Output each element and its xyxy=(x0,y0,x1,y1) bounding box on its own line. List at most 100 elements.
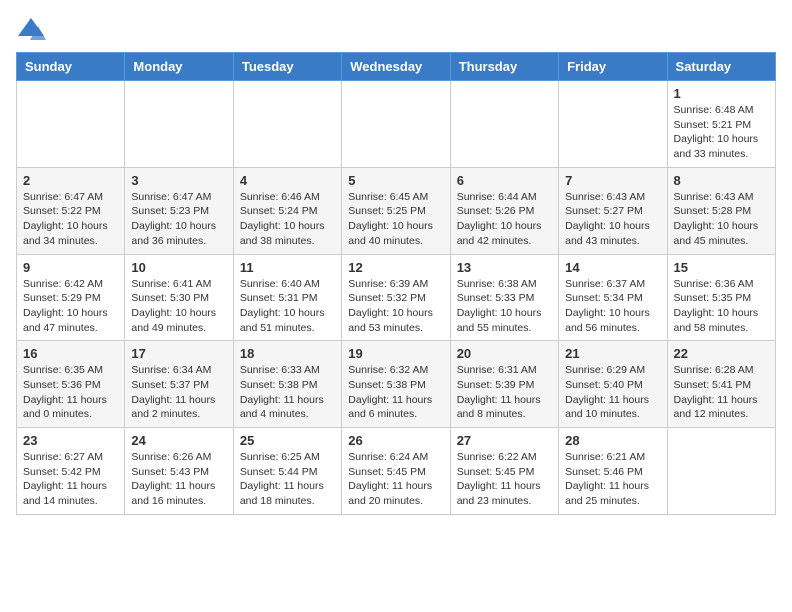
calendar-dow-monday: Monday xyxy=(125,53,233,81)
calendar-week-row: 9 Sunrise: 6:42 AM Sunset: 5:29 PM Daylig… xyxy=(17,254,776,341)
calendar-cell xyxy=(17,81,125,168)
calendar-cell: 3 Sunrise: 6:47 AM Sunset: 5:23 PM Daylig… xyxy=(125,167,233,254)
calendar-cell xyxy=(233,81,341,168)
day-info: Sunrise: 6:35 AM Sunset: 5:36 PM Dayligh… xyxy=(23,363,118,422)
page-header xyxy=(16,16,776,40)
day-info: Sunrise: 6:48 AM Sunset: 5:21 PM Dayligh… xyxy=(674,103,769,162)
logo-icon xyxy=(16,16,46,40)
calendar-cell: 13 Sunrise: 6:38 AM Sunset: 5:33 PM Dayli… xyxy=(450,254,558,341)
calendar-cell: 23 Sunrise: 6:27 AM Sunset: 5:42 PM Dayli… xyxy=(17,428,125,515)
day-number: 23 xyxy=(23,433,118,448)
day-number: 3 xyxy=(131,173,226,188)
calendar-dow-wednesday: Wednesday xyxy=(342,53,450,81)
day-number: 11 xyxy=(240,260,335,275)
day-number: 10 xyxy=(131,260,226,275)
calendar-table: SundayMondayTuesdayWednesdayThursdayFrid… xyxy=(16,52,776,515)
day-info: Sunrise: 6:47 AM Sunset: 5:23 PM Dayligh… xyxy=(131,190,226,249)
day-number: 28 xyxy=(565,433,660,448)
calendar-cell: 26 Sunrise: 6:24 AM Sunset: 5:45 PM Dayli… xyxy=(342,428,450,515)
calendar-cell: 21Sunrise: 6:29 AM Sunset: 5:40 PM Dayli… xyxy=(559,341,667,428)
calendar-cell: 8 Sunrise: 6:43 AM Sunset: 5:28 PM Daylig… xyxy=(667,167,775,254)
calendar-cell xyxy=(125,81,233,168)
calendar-dow-sunday: Sunday xyxy=(17,53,125,81)
day-info: Sunrise: 6:43 AM Sunset: 5:27 PM Dayligh… xyxy=(565,190,660,249)
day-number: 24 xyxy=(131,433,226,448)
calendar-cell: 27 Sunrise: 6:22 AM Sunset: 5:45 PM Dayli… xyxy=(450,428,558,515)
calendar-dow-thursday: Thursday xyxy=(450,53,558,81)
day-number: 18 xyxy=(240,346,335,361)
day-info: Sunrise: 6:32 AM Sunset: 5:38 PM Dayligh… xyxy=(348,363,443,422)
day-number: 26 xyxy=(348,433,443,448)
day-info: Sunrise: 6:34 AM Sunset: 5:37 PM Dayligh… xyxy=(131,363,226,422)
calendar-cell xyxy=(667,428,775,515)
day-info: Sunrise: 6:33 AM Sunset: 5:38 PM Dayligh… xyxy=(240,363,335,422)
day-number: 9 xyxy=(23,260,118,275)
day-info: Sunrise: 6:29 AM Sunset: 5:40 PM Dayligh… xyxy=(565,363,660,422)
calendar-dow-saturday: Saturday xyxy=(667,53,775,81)
day-number: 15 xyxy=(674,260,769,275)
day-number: 6 xyxy=(457,173,552,188)
day-number: 17 xyxy=(131,346,226,361)
day-info: Sunrise: 6:43 AM Sunset: 5:28 PM Dayligh… xyxy=(674,190,769,249)
calendar-cell: 2 Sunrise: 6:47 AM Sunset: 5:22 PM Daylig… xyxy=(17,167,125,254)
day-info: Sunrise: 6:39 AM Sunset: 5:32 PM Dayligh… xyxy=(348,277,443,336)
day-number: 20 xyxy=(457,346,552,361)
day-info: Sunrise: 6:26 AM Sunset: 5:43 PM Dayligh… xyxy=(131,450,226,509)
day-info: Sunrise: 6:45 AM Sunset: 5:25 PM Dayligh… xyxy=(348,190,443,249)
day-number: 22 xyxy=(674,346,769,361)
day-number: 1 xyxy=(674,86,769,101)
calendar-cell xyxy=(450,81,558,168)
day-number: 5 xyxy=(348,173,443,188)
calendar-cell xyxy=(342,81,450,168)
calendar-cell: 18 Sunrise: 6:33 AM Sunset: 5:38 PM Dayli… xyxy=(233,341,341,428)
calendar-header-row: SundayMondayTuesdayWednesdayThursdayFrid… xyxy=(17,53,776,81)
calendar-cell: 17 Sunrise: 6:34 AM Sunset: 5:37 PM Dayli… xyxy=(125,341,233,428)
calendar-cell: 4Sunrise: 6:46 AM Sunset: 5:24 PM Daylig… xyxy=(233,167,341,254)
day-info: Sunrise: 6:25 AM Sunset: 5:44 PM Dayligh… xyxy=(240,450,335,509)
day-info: Sunrise: 6:40 AM Sunset: 5:31 PM Dayligh… xyxy=(240,277,335,336)
calendar-cell: 9 Sunrise: 6:42 AM Sunset: 5:29 PM Daylig… xyxy=(17,254,125,341)
day-number: 2 xyxy=(23,173,118,188)
calendar-cell: 11 Sunrise: 6:40 AM Sunset: 5:31 PM Dayli… xyxy=(233,254,341,341)
calendar-cell: 6Sunrise: 6:44 AM Sunset: 5:26 PM Daylig… xyxy=(450,167,558,254)
calendar-cell: 24 Sunrise: 6:26 AM Sunset: 5:43 PM Dayli… xyxy=(125,428,233,515)
calendar-cell: 10 Sunrise: 6:41 AM Sunset: 5:30 PM Dayli… xyxy=(125,254,233,341)
day-info: Sunrise: 6:37 AM Sunset: 5:34 PM Dayligh… xyxy=(565,277,660,336)
day-number: 25 xyxy=(240,433,335,448)
day-info: Sunrise: 6:36 AM Sunset: 5:35 PM Dayligh… xyxy=(674,277,769,336)
day-info: Sunrise: 6:24 AM Sunset: 5:45 PM Dayligh… xyxy=(348,450,443,509)
day-info: Sunrise: 6:31 AM Sunset: 5:39 PM Dayligh… xyxy=(457,363,552,422)
calendar-cell: 14Sunrise: 6:37 AM Sunset: 5:34 PM Dayli… xyxy=(559,254,667,341)
day-info: Sunrise: 6:38 AM Sunset: 5:33 PM Dayligh… xyxy=(457,277,552,336)
day-info: Sunrise: 6:22 AM Sunset: 5:45 PM Dayligh… xyxy=(457,450,552,509)
calendar-cell xyxy=(559,81,667,168)
calendar-cell: 5 Sunrise: 6:45 AM Sunset: 5:25 PM Daylig… xyxy=(342,167,450,254)
calendar-week-row: 16 Sunrise: 6:35 AM Sunset: 5:36 PM Dayli… xyxy=(17,341,776,428)
day-number: 4 xyxy=(240,173,335,188)
calendar-cell: 20 Sunrise: 6:31 AM Sunset: 5:39 PM Dayli… xyxy=(450,341,558,428)
day-number: 7 xyxy=(565,173,660,188)
day-number: 13 xyxy=(457,260,552,275)
day-info: Sunrise: 6:47 AM Sunset: 5:22 PM Dayligh… xyxy=(23,190,118,249)
day-info: Sunrise: 6:28 AM Sunset: 5:41 PM Dayligh… xyxy=(674,363,769,422)
day-number: 19 xyxy=(348,346,443,361)
calendar-cell: 15 Sunrise: 6:36 AM Sunset: 5:35 PM Dayli… xyxy=(667,254,775,341)
calendar-cell: 19 Sunrise: 6:32 AM Sunset: 5:38 PM Dayli… xyxy=(342,341,450,428)
day-number: 8 xyxy=(674,173,769,188)
day-info: Sunrise: 6:42 AM Sunset: 5:29 PM Dayligh… xyxy=(23,277,118,336)
calendar-cell: 16 Sunrise: 6:35 AM Sunset: 5:36 PM Dayli… xyxy=(17,341,125,428)
calendar-cell: 7 Sunrise: 6:43 AM Sunset: 5:27 PM Daylig… xyxy=(559,167,667,254)
calendar-cell: 28 Sunrise: 6:21 AM Sunset: 5:46 PM Dayli… xyxy=(559,428,667,515)
day-number: 27 xyxy=(457,433,552,448)
calendar-dow-friday: Friday xyxy=(559,53,667,81)
calendar-cell: 12 Sunrise: 6:39 AM Sunset: 5:32 PM Dayli… xyxy=(342,254,450,341)
calendar-week-row: 2 Sunrise: 6:47 AM Sunset: 5:22 PM Daylig… xyxy=(17,167,776,254)
calendar-week-row: 23 Sunrise: 6:27 AM Sunset: 5:42 PM Dayli… xyxy=(17,428,776,515)
calendar-cell: 1 Sunrise: 6:48 AM Sunset: 5:21 PM Daylig… xyxy=(667,81,775,168)
day-info: Sunrise: 6:41 AM Sunset: 5:30 PM Dayligh… xyxy=(131,277,226,336)
day-info: Sunrise: 6:27 AM Sunset: 5:42 PM Dayligh… xyxy=(23,450,118,509)
logo xyxy=(16,16,50,40)
day-number: 12 xyxy=(348,260,443,275)
day-number: 16 xyxy=(23,346,118,361)
day-info: Sunrise: 6:21 AM Sunset: 5:46 PM Dayligh… xyxy=(565,450,660,509)
